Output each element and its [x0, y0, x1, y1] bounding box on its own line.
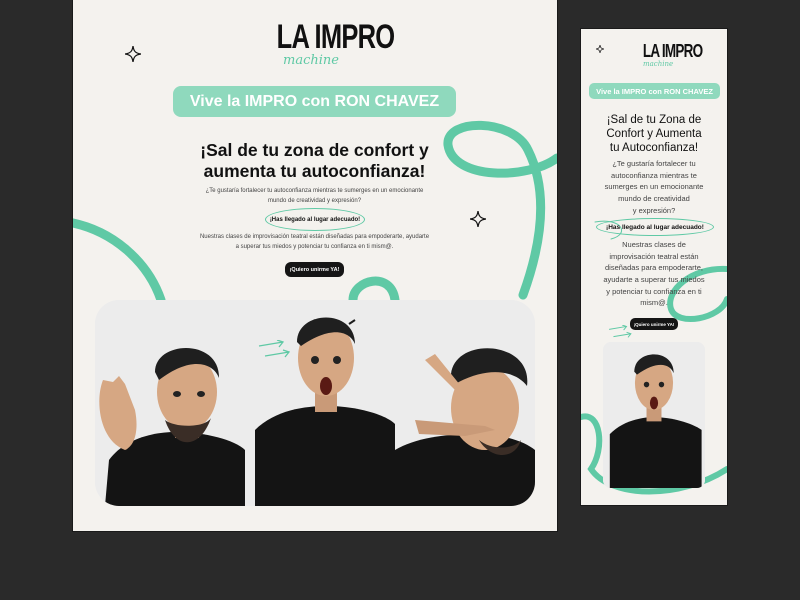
photo-person-surprised	[603, 342, 705, 488]
headline-line: tu Autoconfianza!	[609, 142, 699, 155]
sparkle-icon	[470, 211, 486, 227]
question-line: ¿Te gustaría fortalecer tu	[612, 159, 696, 168]
description-line: ayudarte a superar tus miedos	[603, 274, 705, 284]
headline-line: Confort y Aumenta	[606, 128, 702, 141]
question-line: mundo de creatividad y expresión?	[267, 197, 362, 204]
photo-person-listening	[95, 300, 245, 506]
photo-person-surprised	[245, 300, 395, 506]
sparkle-icon	[125, 46, 141, 62]
hero-description: Nuestras clases de improvisación teatral…	[585, 239, 723, 309]
headline-line: aumenta tu autoconfianza!	[203, 161, 426, 182]
headline-line: ¡Sal de tu zona de confort y	[200, 140, 429, 160]
description-line: diseñadas para empoderarte,	[605, 263, 703, 273]
join-now-button[interactable]: ¡Quiero unirme YA!	[630, 318, 678, 330]
logo[interactable]: LA IMPRO machine	[265, 20, 395, 72]
photo-card	[603, 342, 705, 488]
highlight-callout: ¡Has llegado al lugar adecuado!	[265, 208, 365, 231]
description-line: improvisación teatral están	[609, 251, 699, 261]
description-line: Nuestras clases de improvisación teatral…	[199, 234, 430, 240]
question-line: y expresión?	[632, 205, 676, 215]
description-line: mism@.	[640, 298, 668, 308]
hero-banner: Vive la IMPRO con RON CHAVEZ	[589, 83, 720, 99]
logo-wordmark: LA IMPRO	[276, 18, 395, 56]
logo-wordmark: LA IMPRO	[642, 41, 703, 61]
hero-question: ¿Te gustaría fortalecer tu autoconfianza…	[173, 187, 456, 206]
highlight-callout: ¡Has llegado al lugar adecuado!	[596, 218, 714, 236]
logo-tagline: machine	[283, 53, 339, 68]
arrows-doodle-icon	[609, 325, 632, 338]
question-line: ¿Te gustaría fortalecer tu autoconfianza…	[205, 188, 424, 194]
desktop-page-mockup: LA IMPRO machine Vive la IMPRO con RON C…	[73, 0, 557, 531]
hero-headline: ¡Sal de tu Zona de Confort y Aumenta tu …	[585, 113, 723, 155]
hero-description: Nuestras clases de improvisación teatral…	[173, 233, 456, 252]
sparkle-icon	[596, 45, 604, 53]
headline-line: ¡Sal de tu Zona de	[606, 114, 702, 126]
photo-strip	[95, 300, 535, 506]
question-line: sumerges en un emocionante	[604, 182, 704, 192]
description-line: Nuestras clases de	[622, 240, 686, 249]
mobile-page-mockup: LA IMPRO machine Vive la IMPRO con RON C…	[581, 29, 727, 505]
arrows-doodle-icon	[258, 340, 291, 358]
hero-headline: ¡Sal de tu zona de confort y aumenta tu …	[173, 140, 456, 183]
question-line: autoconfianza mientras te	[611, 170, 697, 180]
question-line: mundo de creatividad	[618, 193, 690, 203]
description-line: y potenciar tu confianza en ti	[606, 286, 702, 296]
hero-question: ¿Te gustaría fortalecer tu autoconfianza…	[585, 158, 723, 216]
description-line: a superar tus miedos y potenciar tu conf…	[235, 243, 394, 250]
hero-banner: Vive la IMPRO con RON CHAVEZ	[173, 86, 456, 117]
logo[interactable]: LA IMPRO machine	[637, 42, 703, 74]
join-now-button[interactable]: ¡Quiero unirme YA!	[285, 262, 344, 277]
logo-tagline: machine	[643, 60, 674, 68]
photo-person-framing	[395, 300, 535, 506]
